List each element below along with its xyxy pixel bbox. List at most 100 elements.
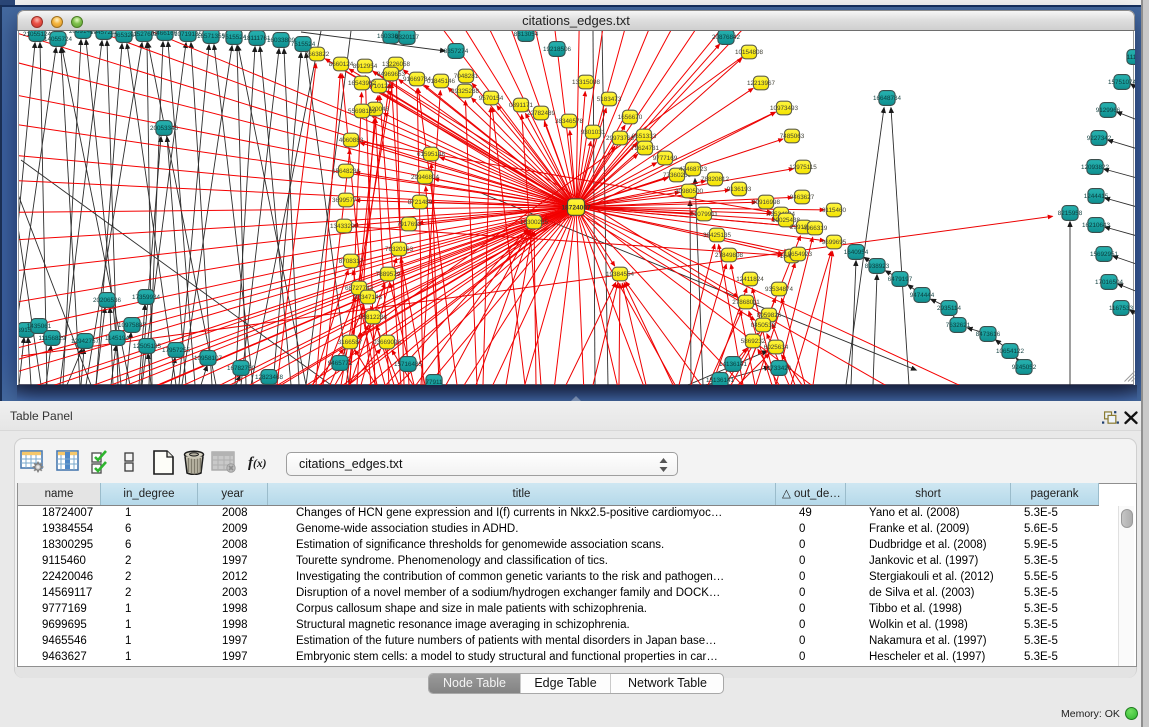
svg-text:10975887: 10975887 — [118, 322, 147, 329]
svg-text:84969653: 84969653 — [377, 71, 406, 78]
svg-text:9245052: 9245052 — [1012, 364, 1037, 371]
svg-text:16543962: 16543962 — [348, 80, 377, 87]
svg-text:16648784: 16648784 — [873, 95, 902, 102]
svg-text:20206536: 20206536 — [93, 297, 122, 304]
svg-text:38346578: 38346578 — [555, 118, 584, 125]
svg-text:4060883: 4060883 — [339, 137, 364, 144]
svg-text:1733426: 1733426 — [767, 365, 792, 372]
svg-text:15716485: 15716485 — [394, 361, 423, 368]
svg-text:12823468: 12823468 — [255, 374, 284, 381]
svg-text:9129966: 9129966 — [1096, 107, 1121, 114]
svg-text:8721489: 8721489 — [408, 199, 433, 206]
svg-text:76320163: 76320163 — [385, 246, 414, 253]
svg-text:14136141: 14136141 — [719, 361, 748, 368]
svg-text:8813054: 8813054 — [514, 31, 539, 38]
svg-text:7485063: 7485063 — [780, 133, 805, 140]
svg-text:9463627: 9463627 — [790, 194, 815, 201]
svg-text:19218506: 19218506 — [543, 46, 572, 53]
svg-text:15692951: 15692951 — [1090, 251, 1119, 258]
svg-text:16210643: 16210643 — [1082, 222, 1111, 229]
svg-text:12942757: 12942757 — [71, 338, 100, 345]
svg-text:8938923: 8938923 — [865, 263, 890, 270]
svg-text:9699695: 9699695 — [822, 239, 847, 246]
svg-text:01845146: 01845146 — [427, 78, 456, 85]
svg-text:13315098: 13315098 — [572, 79, 601, 86]
svg-text:17359934: 17359934 — [132, 294, 161, 301]
svg-text:9474444: 9474444 — [910, 292, 935, 299]
svg-text:72624731: 72624731 — [631, 145, 660, 152]
svg-text:0391171: 0391171 — [509, 102, 534, 109]
svg-text:10154808: 10154808 — [735, 49, 764, 56]
svg-text:8357274: 8357274 — [444, 48, 469, 55]
svg-text:17957255: 17957255 — [162, 347, 191, 354]
svg-text:11156829: 11156829 — [38, 335, 66, 342]
svg-text:9320117: 9320117 — [395, 34, 420, 41]
svg-text:9570154: 9570154 — [479, 95, 504, 102]
svg-text:6025634: 6025634 — [764, 344, 789, 351]
svg-text:61595148: 61595148 — [417, 151, 446, 158]
svg-text:78820812: 78820812 — [701, 176, 730, 183]
svg-text:10654122: 10654122 — [996, 348, 1025, 355]
svg-text:20876842: 20876842 — [712, 34, 741, 41]
svg-text:2935114: 2935114 — [937, 305, 962, 312]
svg-text:27868011: 27868011 — [732, 299, 760, 306]
svg-text:8708317: 8708317 — [339, 258, 364, 265]
svg-text:1244415: 1244415 — [1084, 193, 1109, 200]
svg-text:1167533: 1167533 — [1109, 305, 1134, 312]
svg-text:9115460: 9115460 — [822, 207, 847, 214]
svg-text:0450533: 0450533 — [751, 322, 776, 329]
svg-text:7048281: 7048281 — [454, 73, 479, 80]
svg-text:1145194: 1145194 — [105, 335, 130, 342]
svg-text:90916998: 90916998 — [752, 199, 781, 206]
svg-text:17016504: 17016504 — [1095, 279, 1124, 286]
svg-text:12213967: 12213967 — [747, 80, 776, 87]
svg-text:3166587: 3166587 — [338, 339, 363, 346]
svg-text:9465771: 9465771 — [328, 360, 353, 367]
svg-text:55698169: 55698169 — [348, 108, 377, 115]
svg-text:9301031: 9301031 — [581, 129, 606, 136]
svg-text:29946804: 29946804 — [411, 174, 440, 181]
svg-text:8473616: 8473616 — [976, 331, 1001, 338]
svg-text:1656670: 1656670 — [618, 114, 643, 121]
svg-text:4966319: 4966319 — [803, 225, 828, 232]
svg-text:7632621: 7632621 — [946, 322, 971, 329]
svg-text:14055724: 14055724 — [44, 36, 73, 43]
svg-text:47468723: 47468723 — [679, 166, 708, 173]
svg-text:1640954: 1640954 — [844, 249, 869, 256]
svg-text:22782489: 22782489 — [527, 110, 556, 117]
svg-text:7917693: 7917693 — [397, 221, 422, 228]
svg-text:9777169: 9777169 — [653, 155, 678, 162]
svg-text:65648236: 65648236 — [332, 168, 361, 175]
svg-text:55812236: 55812236 — [359, 314, 388, 321]
svg-text:30980500: 30980500 — [675, 188, 704, 195]
svg-text:9227342: 9227342 — [1087, 135, 1112, 142]
svg-text:19654923: 19654923 — [784, 251, 813, 258]
svg-text:11123: 11123 — [1127, 54, 1135, 61]
svg-text:15751074: 15751074 — [1108, 79, 1135, 86]
svg-text:93534874: 93534874 — [765, 286, 794, 293]
svg-text:10958107: 10958107 — [194, 355, 223, 362]
svg-text:10973493: 10973493 — [770, 105, 799, 112]
svg-text:12975115: 12975115 — [789, 164, 817, 171]
svg-text:38425135: 38425135 — [703, 232, 732, 239]
svg-text:19384554: 19384554 — [606, 271, 635, 278]
svg-text:8215958: 8215958 — [1058, 210, 1083, 217]
svg-text:9136193: 9136193 — [727, 186, 752, 193]
svg-text:15136141: 15136141 — [706, 377, 735, 384]
svg-text:27849808: 27849808 — [715, 252, 744, 259]
svg-text:18724007: 18724007 — [561, 204, 591, 211]
svg-text:18300295: 18300295 — [520, 219, 549, 226]
svg-text:1435061: 1435061 — [27, 323, 52, 330]
svg-text:0651333: 0651333 — [632, 133, 657, 140]
svg-text:16782759: 16782759 — [227, 365, 256, 372]
svg-text:20053346: 20053346 — [150, 125, 179, 132]
svg-text:12505135: 12505135 — [133, 343, 162, 350]
svg-text:7663822: 7663822 — [305, 51, 330, 58]
svg-text:8660124: 8660124 — [329, 61, 354, 68]
svg-text:12093822: 12093822 — [1081, 164, 1110, 171]
svg-text:5183473: 5183473 — [597, 96, 622, 103]
svg-text:03669096: 03669096 — [373, 339, 402, 346]
svg-text:36995777: 36995777 — [332, 197, 361, 204]
svg-text:87347143: 87347143 — [354, 294, 383, 301]
svg-text:13433200: 13433200 — [330, 223, 359, 230]
